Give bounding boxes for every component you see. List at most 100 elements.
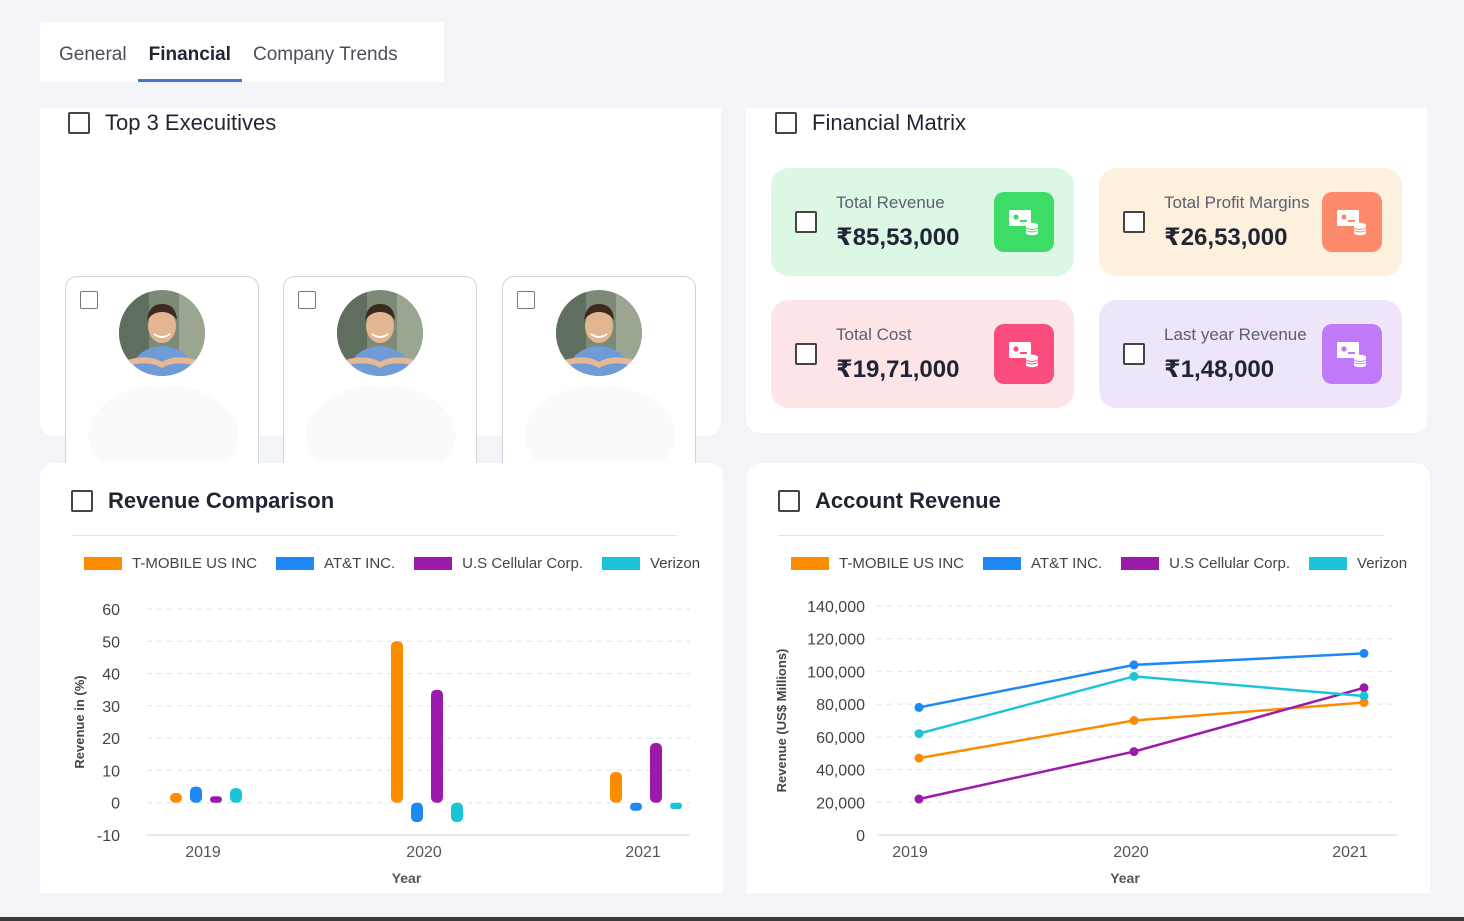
legend-item[interactable]: T-MOBILE US INC	[84, 555, 257, 572]
bottom-edge	[0, 917, 1464, 921]
metric-label: Total Revenue	[836, 192, 945, 212]
avatar	[556, 290, 642, 376]
x-tick-label: 2019	[185, 844, 221, 861]
y-tick-label: -10	[97, 828, 120, 845]
revenue-comparison-chart: 60 50 40 30 20 10 0 -10 2019 2020 2021 Year Revenue …	[72, 602, 690, 886]
account-revenue-chart: 140,000 120,000 100,000 80,000 60,000 40,000 2…	[774, 599, 1397, 886]
bar	[391, 641, 403, 803]
money-icon	[1322, 324, 1382, 384]
revenue-comparison-title: Revenue Comparison	[108, 488, 335, 513]
legend-item[interactable]: Verizon	[1309, 555, 1407, 572]
executive-checkbox-1[interactable]	[80, 291, 98, 309]
account-revenue-title: Account Revenue	[815, 488, 1001, 513]
y-axis-title: Revenue in (%)	[72, 675, 87, 768]
y-tick-label: 100,000	[807, 664, 865, 681]
x-tick-label: 2020	[406, 844, 442, 861]
account-revenue-card: Account Revenue T-MOBILE US INC AT&T INC.…	[747, 463, 1430, 893]
metric-checkbox[interactable]	[1123, 211, 1145, 233]
legend-item[interactable]: U.S Cellular Corp.	[1121, 555, 1290, 572]
legend-item[interactable]: T-MOBILE US INC	[791, 555, 964, 572]
financial-matrix-card: Financial Matrix Total Revenue ₹85,53,00…	[746, 108, 1427, 433]
metric-checkbox[interactable]	[795, 211, 817, 233]
y-axis-title: Revenue (US$ Millions)	[774, 649, 789, 793]
avatar	[119, 290, 205, 376]
bar	[210, 796, 222, 803]
data-point	[1359, 698, 1369, 708]
metric-label: Total Cost	[836, 324, 912, 344]
metric-checkbox[interactable]	[795, 343, 817, 365]
legend-swatch	[1309, 557, 1348, 570]
legend-swatch	[276, 557, 315, 570]
legend-label: T-MOBILE US INC	[839, 555, 965, 572]
y-tick-label: 40,000	[816, 763, 865, 780]
legend-label: Verizon	[1357, 555, 1408, 572]
bar	[451, 802, 463, 823]
bar	[190, 786, 202, 803]
tab-bar: General Financial Company Trends	[40, 22, 444, 82]
legend-label: AT&T INC.	[1031, 555, 1103, 572]
executives-checkbox[interactable]	[68, 112, 90, 134]
revenue-comparison-header: Revenue Comparison	[71, 488, 334, 514]
account-revenue-checkbox[interactable]	[778, 490, 800, 512]
y-tick-label: 140,000	[807, 599, 865, 616]
y-tick-label: 120,000	[807, 632, 865, 649]
metric-value: ₹26,53,000	[1164, 223, 1288, 251]
data-point	[1129, 716, 1139, 725]
financial-matrix-title: Financial Matrix	[812, 110, 967, 135]
legend-item[interactable]: AT&T INC.	[983, 555, 1102, 572]
legend-item[interactable]: Verizon	[602, 555, 700, 572]
data-point	[1359, 648, 1369, 658]
y-tick-label: 0	[111, 796, 120, 813]
legend-label: Verizon	[650, 555, 701, 572]
legend-swatch	[791, 557, 829, 570]
chart-legend: T-MOBILE US INC AT&T INC. U.S Cellular Cor…	[791, 555, 1407, 572]
y-tick-label: 80,000	[816, 697, 865, 714]
executives-card: Top 3 Execuitives	[40, 108, 721, 510]
data-point	[1359, 691, 1369, 701]
legend-item[interactable]: AT&T INC.	[276, 555, 395, 572]
data-point	[914, 753, 924, 763]
financial-matrix-header: Financial Matrix	[775, 110, 966, 136]
total-profit-margins-metric[interactable]: Total Profit Margins ₹26,53,000	[1099, 168, 1402, 276]
legend-swatch	[602, 557, 641, 570]
bar	[650, 742, 662, 803]
bar	[630, 802, 642, 811]
data-point	[914, 794, 924, 804]
x-tick-label: 2020	[1113, 844, 1149, 861]
y-tick-label: 10	[102, 763, 120, 780]
metric-checkbox[interactable]	[1123, 343, 1145, 365]
total-cost-metric[interactable]: Total Cost ₹19,71,000	[771, 300, 1074, 408]
y-tick-label: 40	[102, 667, 120, 684]
financial-matrix-checkbox[interactable]	[775, 112, 797, 134]
total-revenue-metric[interactable]: Total Revenue ₹85,53,000	[771, 168, 1074, 276]
y-tick-label: 30	[102, 699, 120, 716]
tab-company-trends[interactable]: Company Trends	[242, 44, 409, 82]
divider	[71, 535, 677, 536]
bar	[610, 772, 622, 803]
data-point	[1129, 660, 1139, 670]
legend-swatch	[414, 557, 453, 570]
tab-financial[interactable]: Financial	[137, 44, 243, 82]
metric-label: Last year Revenue	[1164, 324, 1307, 344]
metric-value: ₹85,53,000	[836, 223, 960, 251]
data-point	[1129, 671, 1139, 681]
account-revenue-header: Account Revenue	[778, 488, 1001, 514]
executive-checkbox-3[interactable]	[517, 291, 535, 309]
last-year-revenue-metric[interactable]: Last year Revenue ₹1,48,000	[1099, 300, 1402, 408]
executive-checkbox-2[interactable]	[298, 291, 316, 309]
avatar-photo-icon	[119, 290, 205, 376]
legend-swatch	[983, 557, 1022, 570]
series-line	[918, 686, 1365, 801]
x-tick-label: 2021	[625, 844, 661, 861]
data-point	[1359, 683, 1369, 693]
legend-item[interactable]: U.S Cellular Corp.	[414, 555, 583, 572]
bar	[411, 802, 423, 823]
legend-label: AT&T INC.	[324, 555, 396, 572]
metric-label: Total Profit Margins	[1164, 192, 1310, 212]
series-line	[918, 652, 1365, 709]
data-point	[1129, 747, 1139, 757]
x-axis-title: Year	[1110, 870, 1140, 886]
revenue-comparison-checkbox[interactable]	[71, 490, 93, 512]
y-tick-label: 20,000	[816, 795, 865, 812]
tab-general[interactable]: General	[48, 44, 138, 82]
